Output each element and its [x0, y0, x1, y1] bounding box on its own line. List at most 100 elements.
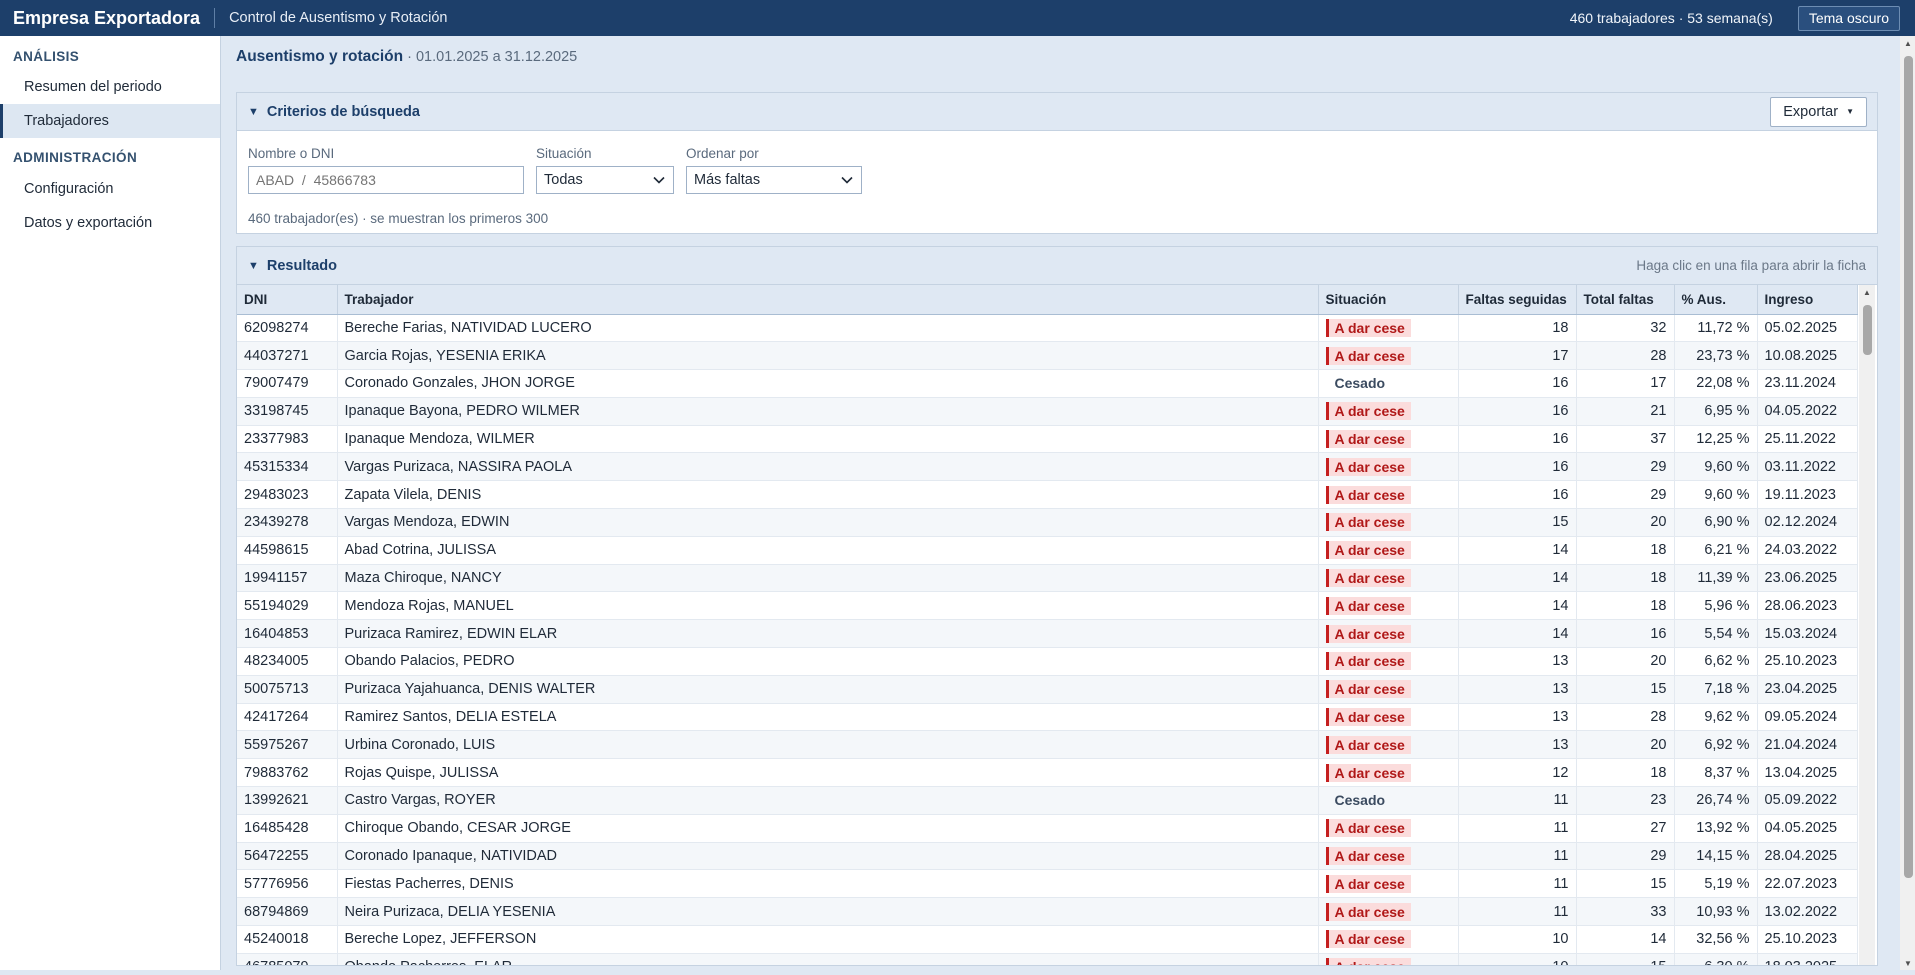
sidebar-section-admin: ADMINISTRACIÓN	[13, 150, 138, 165]
table-row[interactable]: 46785079Obando Pacherres, ELAR A dar cese…	[237, 953, 1858, 965]
status-badge: A dar cese	[1325, 457, 1411, 476]
column-header-total-absences[interactable]: Total faltas	[1576, 285, 1675, 315]
page-scroll-down-arrow-icon[interactable]: ▼	[1900, 956, 1915, 970]
table-row[interactable]: 33198745 Ipanaque Bayona, PEDRO WILMER A d…	[237, 397, 1858, 426]
order-select[interactable]: Más faltas	[686, 166, 862, 194]
status-badge: A dar cese	[1325, 318, 1411, 337]
status-badge: Cesado	[1334, 375, 1386, 392]
page-vertical-scrollbar[interactable]: ▲ ▼	[1900, 36, 1915, 970]
status-badge: A dar cese	[1325, 680, 1411, 699]
search-criteria-header[interactable]: ▼ Criterios de búsqueda Exportar ▼	[237, 93, 1877, 131]
cell-consecutive-absences: 16	[1458, 425, 1577, 454]
table-row[interactable]: 48234005 Obando Palacios, PEDRO A dar cese…	[237, 647, 1858, 676]
table-row[interactable]: 79883762 Rojas Quispe, JULISSA A dar cese 1…	[237, 758, 1858, 788]
table-row[interactable]: 16404853 Purizaca Ramirez, EDWIN ELAR A da…	[237, 619, 1858, 649]
table-row[interactable]: 79007479 Coronado Gonzales, JHON JORGE Ces…	[237, 369, 1858, 398]
export-button[interactable]: Exportar ▼	[1770, 96, 1867, 127]
cell-dni: 33198745	[237, 397, 338, 426]
table-row[interactable]: 23439278 Vargas Mendoza, EDWIN A dar cese 1…	[237, 508, 1858, 537]
column-header-worker[interactable]: Trabajador	[337, 285, 1319, 315]
page-scroll-thumb[interactable]	[1904, 56, 1913, 878]
results-header[interactable]: ▼ Resultado Haga clic en una fila para a…	[237, 247, 1877, 285]
table-row[interactable]: 19941157 Maza Chiroque, NANCY A dar cese 14…	[237, 564, 1858, 593]
sidebar-item-data-export[interactable]: Datos y exportación	[0, 206, 220, 240]
table-row[interactable]: 23377983 Ipanaque Mendoza, WILMER A dar ce…	[237, 425, 1858, 454]
cell-hire-date: 23.06.2025	[1757, 564, 1858, 593]
cell-hire-date: 28.04.2025	[1757, 842, 1858, 871]
cell-absence-percent: 5,54 %	[1674, 619, 1758, 649]
table-vertical-scrollbar[interactable]: ▲	[1859, 285, 1875, 965]
cell-absence-percent: 6,92 %	[1674, 730, 1758, 760]
table-row[interactable]: 57776956 Fiestas Pacherres, DENIS A dar ce…	[237, 869, 1858, 899]
table-row[interactable]: 50075713 Purizaca Yajahuanca, DENIS WALTE…	[237, 675, 1858, 704]
cell-consecutive-absences: 11	[1458, 897, 1577, 927]
cell-absence-percent: 9,60 %	[1674, 480, 1758, 510]
workers-table: DNI Trabajador Situación Faltas seguidas…	[237, 285, 1858, 965]
table-row[interactable]: 56472255 Coronado Ipanaque, NATIVIDAD A da…	[237, 842, 1858, 871]
cell-dni: 55975267	[237, 730, 338, 760]
order-field-group: Ordenar por Más faltas	[686, 146, 862, 194]
cell-absence-percent: 12,25 %	[1674, 425, 1758, 454]
table-row[interactable]: 55194029 Mendoza Rojas, MANUEL A dar cese 1…	[237, 591, 1858, 621]
collapse-caret-icon[interactable]: ▼	[248, 106, 259, 118]
cell-status: A dar cese	[1318, 425, 1459, 454]
table-row[interactable]: 45240018 Bereche Lopez, JEFFERSON A dar ce…	[237, 925, 1858, 954]
cell-dni: 45240018	[237, 925, 338, 954]
status-badge: A dar cese	[1325, 902, 1411, 921]
column-header-absence-percent[interactable]: % Aus.	[1674, 285, 1758, 315]
status-select[interactable]: Todas	[536, 166, 674, 194]
page-header: Ausentismo y rotación · 01.01.2025 a 31.…	[236, 48, 577, 66]
cell-worker: Ramirez Santos, DELIA ESTELA	[337, 703, 1319, 732]
collapse-caret-icon[interactable]: ▼	[248, 260, 259, 272]
table-row[interactable]: 68794869 Neira Purizaca, DELIA YESENIA A d…	[237, 897, 1858, 927]
name-dni-input[interactable]	[248, 166, 524, 194]
dark-theme-button[interactable]: Tema oscuro	[1797, 5, 1900, 31]
table-row[interactable]: 44037271 Garcia Rojas, YESENIA ERIKA A dar…	[237, 341, 1858, 371]
cell-hire-date: 18.03.2025	[1757, 953, 1858, 965]
table-header-row: DNI Trabajador Situación Faltas seguidas…	[237, 285, 1858, 315]
cell-consecutive-absences: 16	[1458, 480, 1577, 510]
cell-consecutive-absences: 13	[1458, 675, 1577, 704]
cell-status: A dar cese	[1318, 508, 1459, 537]
table-row[interactable]: 13992621 Castro Vargas, ROYER Cesado 11 23 26…	[237, 786, 1858, 815]
page-scroll-up-arrow-icon[interactable]: ▲	[1900, 36, 1915, 50]
cell-absence-percent: 7,18 %	[1674, 675, 1758, 704]
cell-dni: 19941157	[237, 564, 338, 593]
cell-status: A dar cese	[1318, 564, 1459, 593]
cell-worker: Vargas Mendoza, EDWIN	[337, 508, 1319, 537]
order-field-label: Ordenar por	[686, 146, 759, 161]
cell-total-absences: 18	[1576, 536, 1675, 565]
sidebar-item-configuration[interactable]: Configuración	[0, 172, 220, 206]
table-row[interactable]: 42417264 Ramirez Santos, DELIA ESTELA A da…	[237, 703, 1858, 732]
cell-total-absences: 18	[1576, 564, 1675, 593]
table-row[interactable]: 62098274 Bereche Farias, NATIVIDAD LUCERO…	[237, 314, 1858, 343]
table-row[interactable]: 55975267 Urbina Coronado, LUIS A dar cese 1…	[237, 730, 1858, 760]
cell-total-absences: 20	[1576, 647, 1675, 676]
table-row[interactable]: 16485428 Chiroque Obando, CESAR JORGE A da…	[237, 814, 1858, 843]
cell-worker: Urbina Coronado, LUIS	[337, 730, 1319, 760]
module-name: Control de Ausentismo y Rotación	[229, 10, 448, 26]
cell-absence-percent: 22,08 %	[1674, 369, 1758, 398]
column-header-status[interactable]: Situación	[1318, 285, 1459, 315]
cell-dni: 13992621	[237, 786, 338, 815]
column-header-dni[interactable]: DNI	[237, 285, 338, 315]
table-row[interactable]: 44598615 Abad Cotrina, JULISSA A dar cese 1…	[237, 536, 1858, 565]
scroll-up-arrow-icon[interactable]: ▲	[1859, 285, 1875, 299]
cell-hire-date: 03.11.2022	[1757, 452, 1858, 482]
table-row[interactable]: 45315334 Vargas Purizaca, NASSIRA PAOLA A …	[237, 452, 1858, 482]
cell-status: A dar cese	[1318, 869, 1459, 899]
table-row[interactable]: 29483023 Zapata Vilela, DENIS A dar cese 16…	[237, 480, 1858, 510]
cell-total-absences: 37	[1576, 425, 1675, 454]
cell-consecutive-absences: 11	[1458, 786, 1577, 815]
sidebar-item-workers[interactable]: Trabajadores	[0, 104, 220, 138]
table-scroll-thumb[interactable]	[1863, 305, 1872, 355]
cell-total-absences: 33	[1576, 897, 1675, 927]
name-field-group: Nombre o DNI	[248, 146, 524, 194]
sidebar-item-summary[interactable]: Resumen del periodo	[0, 70, 220, 104]
column-header-hire-date[interactable]: Ingreso	[1757, 285, 1858, 315]
cell-status: A dar cese	[1318, 341, 1459, 371]
cell-absence-percent: 6,62 %	[1674, 647, 1758, 676]
cell-status: A dar cese	[1318, 397, 1459, 426]
order-select-value: Más faltas	[694, 172, 761, 188]
column-header-consecutive-absences[interactable]: Faltas seguidas	[1458, 285, 1577, 315]
